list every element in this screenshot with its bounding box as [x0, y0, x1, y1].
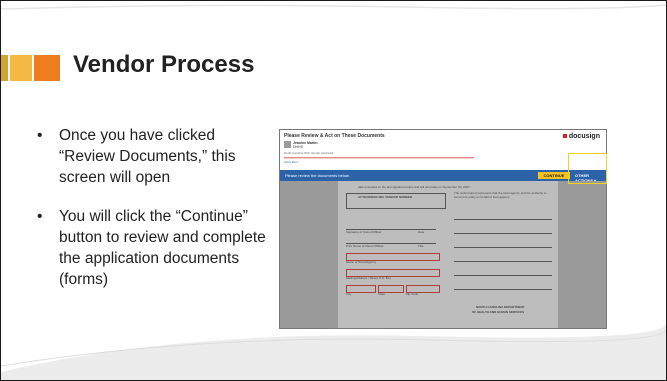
sender-detail: DHHS: [293, 145, 303, 149]
store-name-label: Name of Store/Agency: [346, 260, 377, 264]
docusign-screenshot: Please Review & Act on These Documents d…: [279, 129, 607, 329]
street-label: Mailing Address / Street, P.O. Box: [346, 276, 391, 280]
notice-text-lines: [284, 157, 474, 159]
date-label: Date: [418, 230, 425, 234]
form-line: [454, 289, 552, 290]
vendor-number-heading: AUTHORIZED WIC VENDOR NUMBER: [358, 195, 412, 199]
slide: Vendor Process Once you have clicked “Re…: [0, 0, 667, 381]
docusign-brand-text: docusign: [568, 133, 600, 140]
show-more-link[interactable]: Show More: [284, 160, 298, 164]
signature-label: Signature of Owner/Officer: [346, 230, 382, 234]
document-page: date executed on the last signature belo…: [338, 181, 558, 328]
sender-avatar: [284, 141, 291, 148]
state-label: State: [378, 292, 386, 296]
form-line: [454, 219, 552, 220]
top-wave-decoration: [1, 4, 666, 10]
slide-title: Vendor Process: [73, 51, 255, 78]
agreement-text: The undersigned represents that the loca…: [454, 191, 547, 199]
continue-button[interactable]: CONTINUE: [538, 172, 570, 179]
docusign-header: Please Review & Act on These Documents d…: [280, 130, 606, 170]
print-name-label: Print Name of Owner/Officer: [346, 244, 384, 248]
page-intro-text: date executed on the last signature belo…: [358, 185, 471, 189]
zip-label: Zip Code: [406, 292, 419, 296]
docusign-page-title: Please Review & Act on These Documents: [284, 133, 385, 139]
email-subject: North Carolina WIC Vendor Applicant: [284, 151, 334, 155]
docusign-logo-icon: [562, 134, 567, 139]
bullet-item: Once you have clicked “Review Documents,…: [37, 125, 267, 188]
docusign-logo: docusign: [562, 133, 600, 140]
form-line: [454, 261, 552, 262]
form-line: [454, 275, 552, 276]
department-name-line-1: NORTH CAROLINA DEPARTMENT: [476, 305, 525, 309]
accent-bar-2: [10, 55, 32, 81]
department-name-line-2: OF HEALTH AND HUMAN SERVICES: [472, 310, 525, 314]
bullet-list: Once you have clicked “Review Documents,…: [37, 125, 267, 308]
sender-info: Jeanine Martin DHHS: [293, 141, 318, 149]
title-label: Title: [418, 244, 424, 248]
city-label: City: [346, 292, 352, 296]
form-line: [454, 247, 552, 248]
accent-bar-1: [1, 55, 8, 81]
form-line: [454, 233, 552, 234]
review-instruction: Please review the documents below.: [285, 173, 350, 178]
continue-highlight-box: [568, 153, 607, 184]
accent-bar-3: [34, 55, 60, 81]
bullet-item: You will click the “Continue” button to …: [37, 206, 267, 290]
